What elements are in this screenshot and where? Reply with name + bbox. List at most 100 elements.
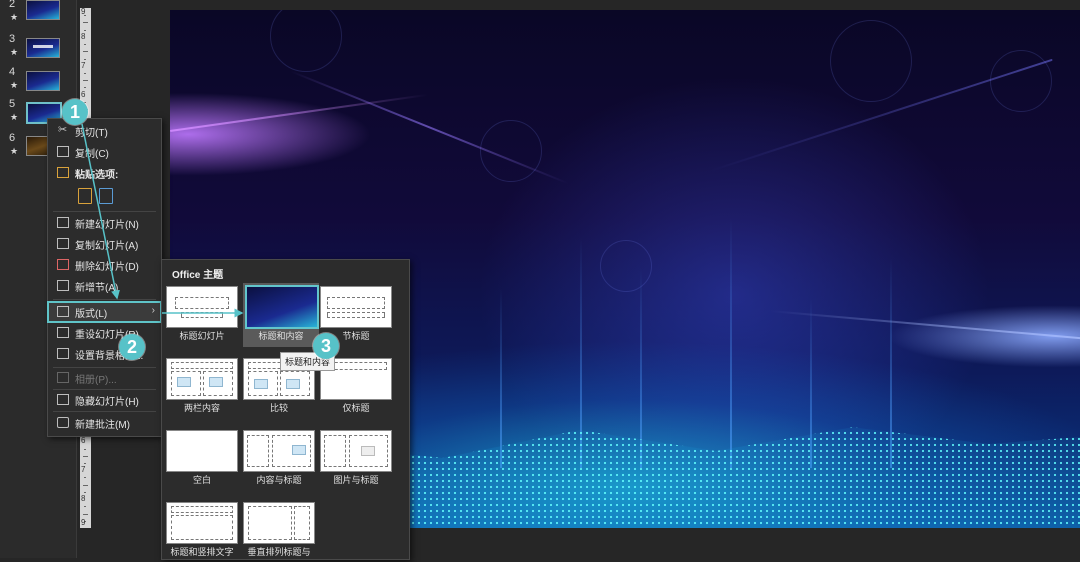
ruler-tick [84,15,86,17]
scissors-icon: ✂ [58,124,68,136]
menu-separator [53,299,156,300]
ruler-tick [84,58,86,60]
layout-title-and-vertical-text[interactable]: 标题和竖排文字 [166,502,238,562]
ruler-tick [84,463,86,464]
new-slide-icon [57,217,69,228]
layout-caption: 内容与标题 [256,475,302,485]
ruler-label: 7 [81,465,86,475]
animation-star-icon: ★ [10,146,19,156]
ruler-tick [84,477,86,479]
menu-item-cut[interactable]: ✂ 剪切(T) [48,121,161,141]
hide-slide-icon [57,394,69,405]
layout-content-with-caption[interactable]: 内容与标题 [243,430,315,490]
bokeh-circle [830,20,912,102]
context-menu: ✂ 剪切(T) 复制(C) 粘贴选项: 新建幻灯片(N) 复制幻灯片(A) 删除… [47,118,162,437]
paste-options-row [75,188,135,208]
layout-caption: 标题和内容 [258,331,304,341]
light-beam [500,288,502,468]
menu-item-new-slide[interactable]: 新建幻灯片(N) [48,213,161,233]
menu-item-new-section[interactable]: 新增节(A) [48,276,161,296]
slide-number: 4 [9,66,16,78]
ruler-tick [83,455,88,457]
ruler-label: 9 [81,518,86,527]
layout-picture-with-caption[interactable]: 图片与标题 [320,430,392,490]
menu-item-reset-slide[interactable]: 重设幻灯片(R) [48,323,161,343]
step-badge-3: 3 [313,333,339,359]
layout-preview [166,502,238,544]
menu-item-new-comment[interactable]: 新建批注(M) [48,413,161,433]
photo-album-icon [57,372,69,383]
menu-item-label: 新建批注(M) [75,420,130,431]
thumbnail-slide-4[interactable]: 4 ★ [0,66,76,98]
menu-item-label: 相册(P)... [75,375,117,386]
menu-item-label: 版式(L) [75,309,108,320]
bokeh-circle [270,10,342,72]
light-beam [640,268,642,468]
delete-slide-icon [57,259,69,270]
step-badge-2: 2 [119,334,145,360]
slide-thumbnail-image[interactable] [26,0,60,20]
thumbnail-slide-2[interactable]: 2 ★ [0,0,76,30]
ruler-tick [83,22,88,24]
slide-thumbnail-image[interactable] [26,71,60,91]
ruler-tick [84,29,86,31]
layout-caption: 标题和竖排文字 [170,547,234,557]
layout-preview [166,286,238,328]
menu-item-duplicate-slide[interactable]: 复制幻灯片(A) [48,234,161,254]
layout-icon [57,306,69,317]
layout-two-content[interactable]: 两栏内容 [166,358,238,418]
paste-use-destination-theme-icon[interactable] [78,188,92,204]
gallery-header: Office 主题 [172,270,224,281]
ruler-tick [84,506,86,508]
layout-title-and-content[interactable]: 标题和内容 [243,283,319,347]
menu-separator [53,211,156,212]
ruler-tick [84,44,86,46]
ruler-tick [83,484,88,486]
menu-item-label: 删除幻灯片(D) [75,262,139,273]
layout-caption: 标题幻灯片 [179,331,225,341]
menu-item-label: 粘贴选项: [75,170,119,181]
ruler-label: 8 [81,31,86,41]
layout-preview [243,502,315,544]
layout-preview [166,430,238,472]
menu-item-copy[interactable]: 复制(C) [48,142,161,162]
comment-icon [57,417,69,428]
ruler-tick [83,51,88,53]
layout-title-slide[interactable]: 标题幻灯片 [166,286,238,346]
slide-thumbnail-image[interactable] [26,38,60,58]
ruler-label: 7 [81,60,86,70]
layout-gallery: Office 主题 标题幻灯片 标题和内容 节标题 两栏内容 比较 仅标题 空白… [161,259,410,560]
ruler-label: 8 [81,494,86,504]
duplicate-slide-icon [57,238,69,249]
paste-picture-icon[interactable] [99,188,113,204]
thumbnail-slide-3[interactable]: 3 ★ [0,33,76,65]
menu-item-hide-slide[interactable]: 隐藏幻灯片(H) [48,390,161,410]
copy-icon [57,146,69,157]
light-streak [769,310,1080,340]
layout-preview [166,358,238,400]
menu-item-photo-album: 相册(P)... [48,368,161,388]
layout-caption: 仅标题 [342,403,370,413]
menu-item-label: 新建幻灯片(N) [75,220,139,231]
light-beam [730,218,732,468]
layout-blank[interactable]: 空白 [166,430,238,490]
layout-caption: 垂直排列标题与 [247,547,311,557]
animation-star-icon: ★ [10,47,19,57]
ruler-tick [83,513,88,515]
slide-number: 2 [9,0,16,10]
menu-separator [53,411,156,412]
layout-caption: 图片与标题 [333,475,379,485]
ruler-tick [84,448,86,450]
menu-item-delete-slide[interactable]: 删除幻灯片(D) [48,255,161,275]
layout-vertical-title-and-text[interactable]: 垂直排列标题与 [243,502,315,562]
menu-item-label: 复制幻灯片(A) [75,241,139,252]
menu-item-paste-options: 粘贴选项: [48,163,161,183]
menu-item-layout[interactable]: 版式(L) › [47,301,162,323]
ruler-tick [83,80,88,82]
bokeh-circle [600,240,652,292]
menu-item-label: 新增节(A) [75,283,119,294]
reset-slide-icon [57,327,69,338]
step-badge-1: 1 [62,99,88,125]
layout-caption: 两栏内容 [183,403,220,413]
animation-star-icon: ★ [10,112,19,122]
